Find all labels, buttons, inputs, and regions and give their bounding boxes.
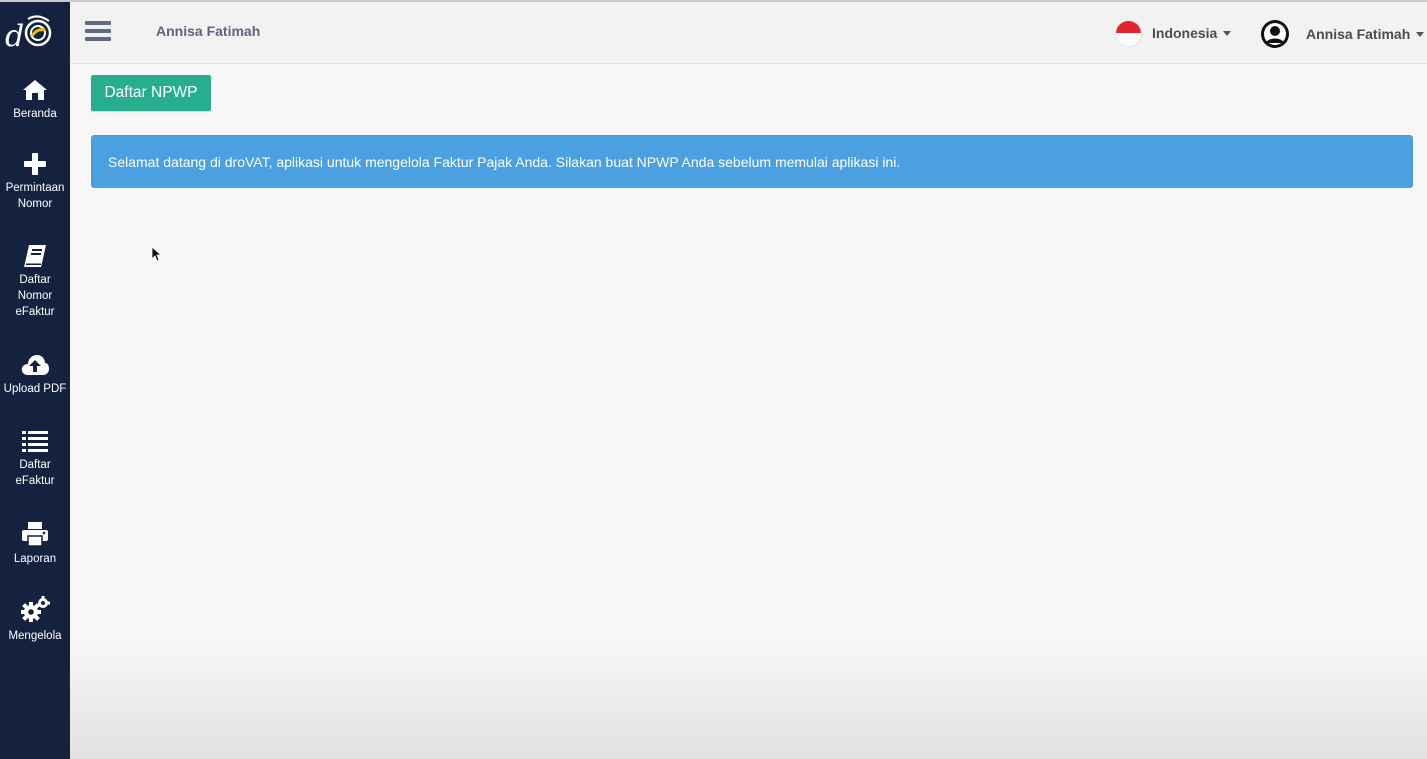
sidebar-item-label: Permintaan Nomor — [5, 182, 65, 210]
sidebar-item-daftar-efaktur[interactable]: Daftar eFaktur — [0, 429, 70, 489]
gears-icon — [21, 596, 50, 622]
sidebar-item-label: Daftar eFaktur — [15, 459, 55, 487]
sidebar-item-label: Daftar Nomor eFaktur — [15, 274, 55, 318]
chevron-down-icon — [1416, 31, 1425, 37]
daftar-npwp-button[interactable]: Daftar NPWP — [91, 75, 211, 111]
sidebar-item-label: Beranda — [13, 108, 57, 120]
bottom-shadow — [70, 640, 1427, 759]
sidebar-item-mengelola[interactable]: Mengelola — [0, 596, 70, 644]
sidebar-item-laporan[interactable]: Laporan — [0, 521, 70, 567]
cloud-upload-icon — [21, 355, 49, 375]
sidebar-item-label: Upload PDF — [3, 383, 67, 395]
user-name: Annisa Fatimah — [1306, 26, 1411, 42]
welcome-alert: Selamat datang di droVAT, aplikasi untuk… — [91, 135, 1413, 188]
list-icon — [22, 431, 48, 452]
user-menu-dropdown[interactable]: Annisa Fatimah — [1260, 19, 1425, 49]
drovat-logo-icon[interactable]: d — [4, 11, 54, 57]
language-label: Indonesia — [1152, 25, 1218, 41]
page-title: Annisa Fatimah — [156, 23, 261, 39]
chevron-down-icon — [1223, 30, 1232, 36]
user-avatar-icon — [1261, 20, 1289, 48]
sidebar-item-daftar-nomor-efaktur[interactable]: Daftar Nomor eFaktur — [0, 244, 70, 320]
mouse-cursor-icon — [151, 246, 161, 262]
top-header: Annisa Fatimah Indonesia Annisa Fatimah — [70, 2, 1427, 64]
book-icon — [24, 245, 46, 267]
sidebar-item-label: Laporan — [13, 553, 57, 565]
sidebar-item-permintaan-nomor[interactable]: Permintaan Nomor — [0, 152, 70, 212]
svg-text:d: d — [5, 19, 24, 54]
plus-icon — [24, 153, 46, 175]
sidebar-item-beranda[interactable]: Beranda — [0, 78, 70, 122]
sidebar-item-upload-pdf[interactable]: Upload PDF — [0, 353, 70, 397]
alert-text: Selamat datang di droVAT, aplikasi untuk… — [108, 153, 901, 170]
print-icon — [22, 522, 48, 547]
sidebar-item-label: Mengelola — [8, 630, 62, 642]
language-dropdown[interactable]: Indonesia — [1115, 19, 1232, 47]
sidebar: d Beranda Permintaan Nomor Daftar Nomor … — [0, 2, 70, 759]
menu-toggle-icon[interactable] — [85, 21, 111, 45]
indonesia-flag-icon — [1115, 19, 1142, 47]
home-icon — [23, 80, 47, 100]
